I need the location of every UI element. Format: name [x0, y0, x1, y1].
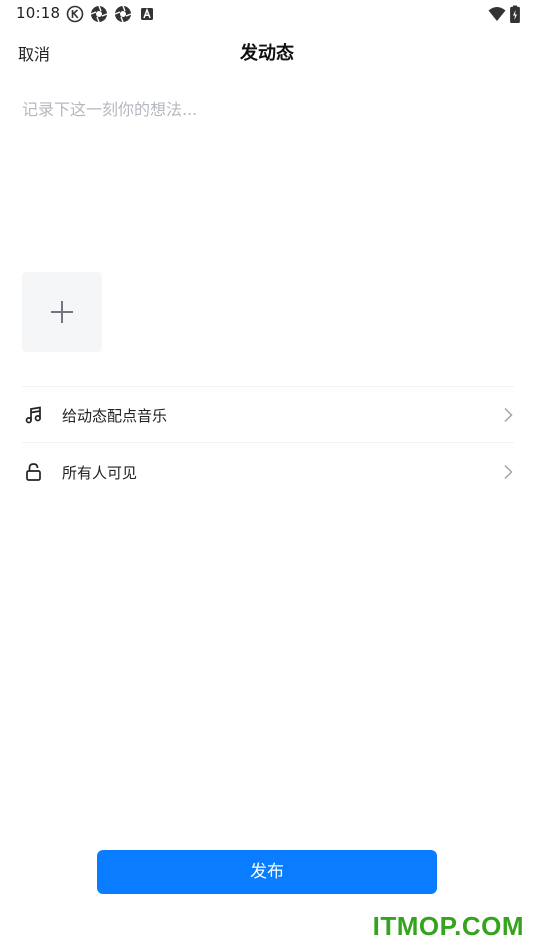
divider	[22, 442, 514, 443]
page-title: 发动态	[240, 43, 294, 64]
visibility-label: 所有人可见	[62, 464, 138, 482]
notification-icons	[66, 5, 156, 23]
system-icons	[488, 5, 520, 27]
a-box-icon	[138, 5, 156, 23]
aperture-icon	[90, 5, 108, 23]
visibility-row[interactable]: 所有人可见	[22, 446, 514, 498]
music-note-icon	[24, 405, 44, 425]
chevron-right-icon	[502, 464, 514, 480]
wifi-icon	[488, 6, 506, 26]
battery-charging-icon	[510, 5, 520, 27]
status-time: 10:18	[16, 4, 61, 22]
status-bar: 10:18	[0, 0, 534, 28]
divider	[22, 386, 514, 387]
post-text-input[interactable]	[22, 96, 512, 246]
publish-button[interactable]: 发布	[97, 850, 437, 894]
add-music-label: 给动态配点音乐	[62, 407, 168, 425]
watermark: ITMOP.COM	[372, 911, 524, 941]
add-music-row[interactable]: 给动态配点音乐	[22, 389, 514, 441]
plus-icon	[51, 301, 73, 323]
add-image-button[interactable]	[22, 272, 102, 352]
aperture-icon	[114, 5, 132, 23]
chevron-right-icon	[502, 407, 514, 423]
header: 取消 发动态	[0, 28, 534, 76]
unlock-icon	[24, 462, 44, 482]
k-circle-icon	[66, 5, 84, 23]
